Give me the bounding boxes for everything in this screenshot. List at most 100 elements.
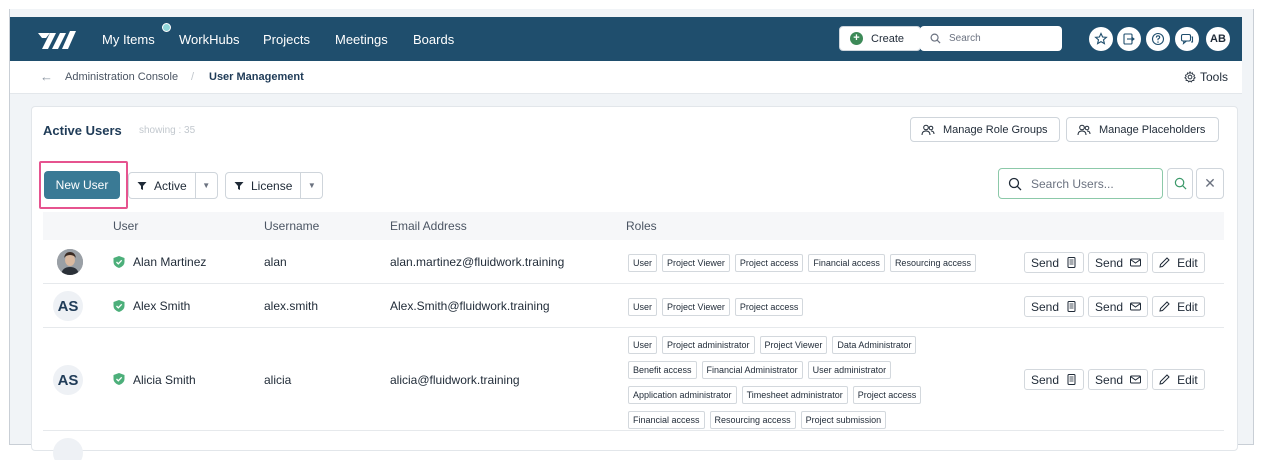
user-photo-avatar: [57, 249, 83, 275]
search-submit-button[interactable]: [1167, 168, 1193, 199]
breadcrumb-user-management: User Management: [209, 71, 304, 83]
edit-label: Edit: [1177, 372, 1198, 387]
role-tag: Financial access: [808, 254, 885, 272]
manage-role-groups-button[interactable]: Manage Role Groups: [910, 117, 1060, 142]
send-sms-button[interactable]: Send: [1024, 369, 1085, 390]
chevron-down-icon[interactable]: ▼: [194, 173, 217, 198]
page-title: Active Users: [43, 123, 122, 138]
nav-projects[interactable]: Projects: [263, 32, 310, 47]
table-row[interactable]: AS Alicia Smith alicia alicia@fluidwork.…: [43, 329, 1224, 431]
app-logo[interactable]: [36, 29, 78, 51]
user-name[interactable]: Alex Smith: [133, 299, 190, 313]
user-username: alan: [264, 255, 287, 269]
search-icon: [930, 33, 941, 44]
send-email-button[interactable]: Send: [1088, 296, 1149, 317]
nav-my-items[interactable]: My Items: [102, 32, 155, 47]
device-icon: [1067, 374, 1076, 385]
manage-placeholders-button[interactable]: Manage Placeholders: [1066, 117, 1219, 142]
user-avatar[interactable]: AB: [1206, 27, 1230, 51]
send-email-button[interactable]: Send: [1088, 252, 1149, 273]
send-label: Send: [1031, 255, 1060, 270]
send-email-button[interactable]: Send: [1088, 369, 1149, 390]
send-label: Send: [1095, 299, 1124, 314]
user-email: Alex.Smith@fluidwork.training: [390, 299, 550, 313]
role-tag: Timesheet administrator: [741, 386, 848, 404]
table-row[interactable]: AS Alex Smith alex.smith Alex.Smith@flui…: [43, 285, 1224, 328]
pencil-icon: [1159, 374, 1170, 385]
user-roles: User Project administrator Project Viewe…: [628, 336, 958, 429]
nav-boards[interactable]: Boards: [413, 32, 454, 47]
filter-icon: [234, 181, 244, 190]
column-header-roles[interactable]: Roles: [626, 219, 657, 233]
sign-out-button[interactable]: [1117, 27, 1141, 51]
active-filter[interactable]: Active ▼: [128, 172, 218, 199]
user-initials-avatar: AS: [53, 291, 83, 321]
user-initials-avatar: AS: [53, 365, 83, 395]
table-row[interactable]: [43, 432, 1224, 460]
global-search-placeholder: Search: [949, 33, 981, 44]
new-user-button[interactable]: New User: [44, 171, 120, 199]
back-arrow-icon[interactable]: ←: [40, 69, 53, 84]
license-filter[interactable]: License ▼: [225, 172, 324, 199]
role-tag: Project Viewer: [759, 336, 828, 354]
send-sms-button[interactable]: Send: [1024, 296, 1085, 317]
verified-shield-icon: [113, 300, 125, 312]
user-search-input[interactable]: Search Users...: [998, 168, 1163, 199]
user-roles: User Project Viewer Project access: [628, 298, 1018, 316]
role-tag: Financial access: [628, 411, 705, 429]
clear-search-button[interactable]: ✕: [1196, 168, 1224, 199]
column-header-username[interactable]: Username: [264, 219, 319, 233]
active-filter-main[interactable]: Active: [129, 173, 195, 198]
global-search-input[interactable]: Search: [920, 26, 1062, 51]
role-tag: Project Viewer: [662, 254, 730, 272]
manage-placeholders-label: Manage Placeholders: [1099, 123, 1206, 136]
create-button[interactable]: + Create: [839, 26, 921, 51]
users-icon: [1077, 124, 1091, 135]
table-row[interactable]: Alan Martinez alan alan.martinez@fluidwo…: [43, 241, 1224, 284]
role-tag: Financial Administrator: [701, 361, 803, 379]
edit-user-button[interactable]: Edit: [1152, 369, 1205, 390]
plus-icon: +: [850, 32, 863, 45]
chevron-down-icon[interactable]: ▼: [300, 173, 322, 198]
column-header-email[interactable]: Email Address: [390, 219, 467, 233]
notification-dot: [162, 23, 171, 32]
search-icon: [1174, 177, 1186, 190]
user-name[interactable]: Alicia Smith: [133, 373, 196, 387]
row-actions: Send Send Edit: [1024, 296, 1205, 317]
role-tag: User: [628, 298, 658, 316]
user-count: showing : 35: [139, 125, 196, 136]
active-filter-label: Active: [154, 178, 187, 193]
nav-workhubs[interactable]: WorkHubs: [179, 32, 239, 47]
edit-label: Edit: [1177, 255, 1198, 270]
pencil-icon: [1159, 257, 1170, 268]
tools-label: Tools: [1199, 70, 1228, 84]
user-name[interactable]: Alan Martinez: [133, 255, 206, 269]
send-sms-button[interactable]: Send: [1024, 252, 1085, 273]
chat-button[interactable]: [1175, 27, 1199, 51]
filter-icon: [137, 181, 147, 190]
device-icon: [1067, 301, 1076, 312]
user-email: alicia@fluidwork.training: [390, 373, 520, 387]
edit-user-button[interactable]: Edit: [1152, 252, 1205, 273]
user-roles: User Project Viewer Project access Finan…: [628, 254, 1018, 272]
role-tag: Project administrator: [662, 336, 755, 354]
send-label: Send: [1031, 372, 1060, 387]
license-filter-main[interactable]: License: [226, 173, 300, 198]
nav-meetings[interactable]: Meetings: [335, 32, 388, 47]
favorites-button[interactable]: [1089, 27, 1113, 51]
device-icon: [1067, 257, 1076, 268]
edit-user-button[interactable]: Edit: [1152, 296, 1205, 317]
breadcrumb-separator: /: [191, 71, 195, 83]
role-tag: Project Viewer: [662, 298, 730, 316]
close-icon: ✕: [1204, 175, 1216, 191]
exit-icon: [1123, 33, 1135, 45]
column-header-user[interactable]: User: [113, 219, 138, 233]
user-search-placeholder: Search Users...: [1031, 176, 1114, 191]
role-tag: Data Administrator: [832, 336, 917, 354]
help-button[interactable]: [1146, 27, 1170, 51]
help-icon: [1151, 32, 1165, 46]
tools-button[interactable]: Tools: [1184, 70, 1228, 84]
breadcrumb-administration-console[interactable]: Administration Console: [65, 71, 178, 83]
active-users-card: Active Users showing : 35 Manage Role Gr…: [31, 106, 1238, 460]
user-photo: [57, 249, 83, 275]
